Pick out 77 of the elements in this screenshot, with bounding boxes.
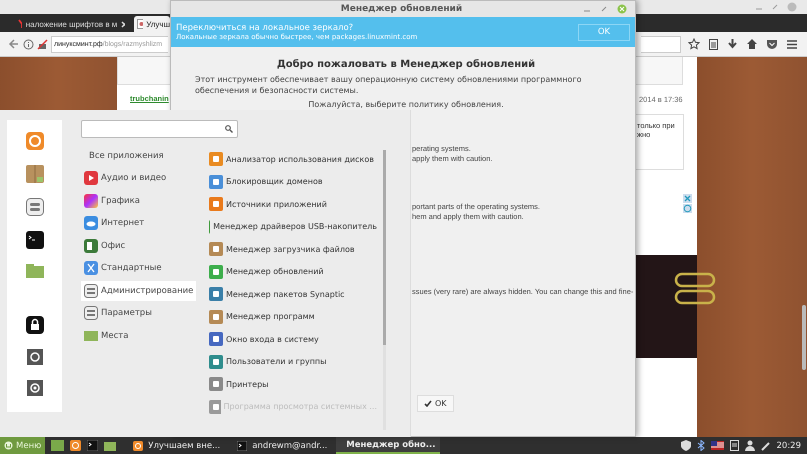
power-icon[interactable]	[26, 380, 42, 396]
category-item[interactable]: Стандартные	[81, 258, 196, 278]
download-icon[interactable]	[727, 38, 738, 50]
browser-tab[interactable]: наложение шрифтов в м	[12, 16, 130, 32]
app-item[interactable]: Менеджер загрузчика файлов	[209, 242, 377, 256]
app-item[interactable]: Блокировщик доменов	[209, 174, 377, 188]
package-icon[interactable]	[26, 165, 44, 183]
app-item[interactable]: Источники приложений	[209, 197, 377, 211]
ok-button[interactable]: OK	[417, 395, 454, 412]
category-icon	[84, 171, 98, 186]
page-icon	[137, 19, 144, 29]
browser-icon[interactable]	[70, 440, 82, 451]
category-item[interactable]: Аудио и видео	[81, 168, 196, 188]
category-icon	[84, 328, 98, 343]
app-item[interactable]: Принтеры	[209, 377, 377, 391]
info-icon[interactable]	[23, 38, 34, 50]
intro-text: Этот инструмент обеспечивает вашу операционную систему обновлениями программного обеспечения и безопасности системы.	[195, 74, 583, 96]
check-icon	[424, 400, 432, 407]
lock-icon[interactable]	[26, 316, 44, 334]
category-icon	[84, 261, 98, 276]
category-item[interactable]: Офис	[81, 236, 196, 256]
policy-prompt: Пожалуйста, выберите политику обновления.	[307, 100, 505, 109]
letter-logo-icon	[17, 19, 22, 29]
category-icon	[84, 238, 98, 253]
category-icon	[84, 306, 98, 320]
app-item[interactable]: Менеджер программ	[209, 310, 377, 324]
clipboard-icon[interactable]	[708, 38, 719, 50]
search-field[interactable]	[81, 120, 238, 138]
paperclips-drawing	[674, 272, 718, 306]
shield-icon[interactable]	[680, 440, 690, 451]
terminal-icon[interactable]	[26, 231, 44, 249]
home-icon[interactable]	[746, 38, 758, 50]
folder-icon[interactable]	[104, 440, 116, 450]
app-item[interactable]: Окно входа в систему	[209, 332, 377, 346]
user-icon[interactable]	[744, 440, 754, 451]
mint-logo-icon	[4, 441, 13, 450]
app-item[interactable]: Менеджер драйверов USB-накопитель	[209, 220, 377, 234]
app-item[interactable]: Менеджер обновлений	[209, 264, 377, 278]
scrollbar[interactable]	[802, 305, 806, 370]
category-item[interactable]: Места	[81, 326, 196, 346]
app-icon	[133, 440, 144, 450]
pocket-icon[interactable]	[766, 38, 778, 50]
app-icon	[237, 440, 248, 450]
pen-icon[interactable]	[760, 440, 770, 450]
clock[interactable]: 20:29	[776, 440, 807, 450]
taskbar-window-button[interactable]: Улучшаем вне...	[128, 437, 232, 454]
address-field[interactable]	[641, 36, 681, 52]
taskbar-window-button[interactable]: Менеджер обно...	[336, 437, 440, 454]
welcome-heading: Добро пожаловать в Менеджер обновлений	[276, 59, 536, 70]
category-item[interactable]: Графика	[81, 191, 196, 210]
logout-icon[interactable]	[26, 349, 42, 365]
browser-tab[interactable]: Улучш	[134, 16, 170, 32]
category-icon	[84, 194, 98, 208]
bluetooth-icon[interactable]	[696, 440, 704, 451]
terminal-icon[interactable]	[87, 440, 98, 451]
bookmark-star-icon[interactable]	[688, 38, 700, 50]
search-icon	[225, 125, 233, 133]
flag-icon[interactable]	[710, 441, 724, 450]
app-item[interactable]: Пользователи и группы	[209, 354, 377, 368]
category-item[interactable]: Администрирование	[81, 281, 196, 300]
category-icon	[84, 216, 98, 230]
menu-icon[interactable]	[786, 38, 798, 50]
category-item[interactable]: Параметры	[81, 304, 196, 323]
app-item[interactable]: Анализатор использования дисков	[209, 152, 377, 166]
category-item[interactable]: Интернет	[81, 214, 196, 233]
app-item[interactable]: Менеджер пакетов Synaptic	[209, 287, 377, 301]
desktop-icon[interactable]	[51, 440, 64, 451]
category-item[interactable]: Все приложения	[81, 146, 196, 166]
window-title: Менеджер обновлений	[340, 4, 464, 14]
infobar-title: Переключиться на локальное зеркало?	[176, 23, 354, 33]
insecure-lock-icon	[37, 38, 48, 50]
taskbar-window-button[interactable]: andrewm@andr...	[232, 437, 336, 454]
category-icon	[84, 284, 98, 298]
settings-icon[interactable]	[26, 198, 44, 216]
maximize-icon[interactable]	[600, 5, 608, 13]
back-icon[interactable]	[8, 38, 20, 50]
scrollbar[interactable]	[383, 150, 386, 430]
